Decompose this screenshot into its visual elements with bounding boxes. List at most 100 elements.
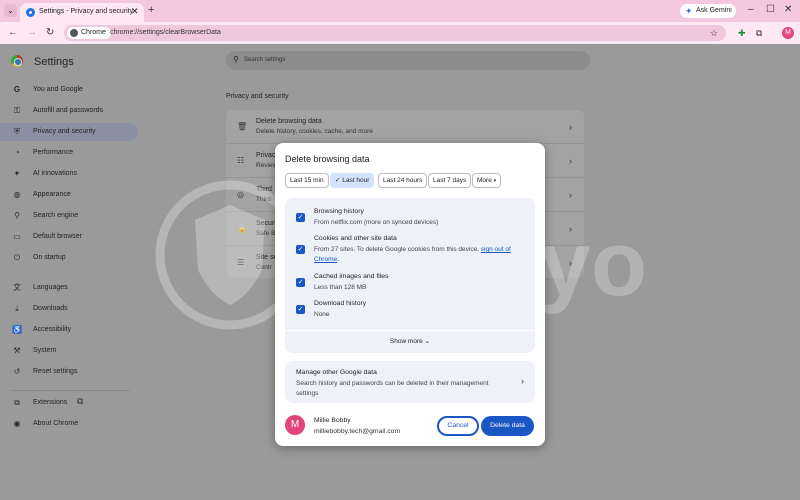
sidebar-item-label: Autofill and passwords: [33, 107, 104, 114]
trash-icon: 🗑: [237, 122, 248, 131]
tab-strip: ⌄ Settings - Privacy and security ✕ + ✦ …: [0, 0, 800, 22]
cancel-button[interactable]: Cancel: [437, 416, 479, 436]
manage-title: Manage other Google data: [296, 369, 377, 376]
maximize-icon[interactable]: ☐: [766, 3, 775, 17]
sidebar-item-label: Extensions: [33, 399, 68, 406]
option-desc-text: From 27 sites. To delete Google cookies …: [314, 246, 481, 253]
range-last-15-min[interactable]: Last 15 min: [285, 173, 329, 188]
sparkle-icon: ✦: [13, 169, 21, 178]
option-title: Browsing history: [314, 208, 364, 215]
checkbox-checked-icon[interactable]: ✓: [296, 213, 305, 222]
wrench-icon: ⚒: [13, 346, 21, 355]
extensions-puzzle-icon[interactable]: ⧉: [756, 26, 762, 40]
chrome-chip[interactable]: Chrome: [67, 27, 111, 39]
dialog-title: Delete browsing data: [285, 154, 370, 164]
sidebar-item-privacy[interactable]: ⛨ Privacy and security: [0, 123, 138, 141]
range-more-dropdown[interactable]: More ▾: [472, 173, 502, 188]
sidebar-item-label: Downloads: [33, 305, 68, 312]
sidebar-item-accessibility[interactable]: ♿ Accessibility: [0, 321, 138, 339]
manage-desc: Search history and passwords can be dele…: [296, 380, 489, 397]
chevron-right-icon: ›: [569, 122, 572, 132]
ask-gemini-button[interactable]: ✦ Ask Gemini: [680, 4, 736, 18]
browser-toolbar: ← → ↻ Chrome chrome://settings/clearBrow…: [0, 22, 800, 44]
back-icon[interactable]: ←: [8, 26, 18, 40]
sidebar-item-ai-innovations[interactable]: ✦ AI innovations: [0, 165, 138, 183]
delete-browsing-data-dialog: Delete browsing data Last 15 min ✓ Last …: [275, 143, 545, 446]
bookmark-star-icon[interactable]: ☆: [710, 26, 718, 40]
chevron-right-icon: ›: [521, 376, 524, 386]
tune-icon: ☰: [237, 258, 245, 267]
close-tab-icon[interactable]: ✕: [131, 6, 139, 17]
extension-plus-icon[interactable]: ✚: [738, 26, 746, 40]
checkbox-checked-icon[interactable]: ✓: [296, 305, 305, 314]
range-label: More: [477, 177, 492, 184]
sidebar-item-label: You and Google: [33, 86, 83, 93]
chevron-right-icon: ›: [569, 258, 572, 268]
key-icon: ⚿: [13, 106, 21, 115]
sidebar-item-on-startup[interactable]: ⏻ On startup: [0, 249, 138, 267]
account-avatar: M: [285, 415, 305, 435]
cookie-icon: ◎: [237, 190, 244, 199]
card-desc: Safe B: [256, 230, 276, 237]
ask-gemini-label: Ask Gemini: [696, 7, 732, 14]
minimize-icon[interactable]: –: [748, 3, 754, 17]
card-row-delete-data[interactable]: 🗑 Delete browsing data Delete history, c…: [226, 110, 584, 144]
manage-google-data-row[interactable]: Manage other Google data Search history …: [285, 361, 535, 403]
translate-icon: 文: [13, 283, 21, 292]
tab-settings[interactable]: Settings - Privacy and security ✕: [20, 3, 144, 22]
sidebar-item-label: System: [33, 347, 57, 354]
checkbox-checked-icon[interactable]: ✓: [296, 245, 305, 254]
range-last-24-hours[interactable]: Last 24 hours: [378, 173, 428, 188]
sidebar-item-performance[interactable]: ◔ Performance: [0, 144, 138, 162]
google-icon: G: [13, 85, 21, 94]
close-window-icon[interactable]: ✕: [784, 3, 792, 17]
sidebar-item-about[interactable]: ◉ About Chrome: [0, 415, 138, 433]
forward-icon[interactable]: →: [27, 26, 37, 40]
sliders-icon: ☷: [237, 156, 245, 165]
sidebar-item-autofill[interactable]: ⚿ Autofill and passwords: [0, 102, 138, 120]
sidebar-item-appearance[interactable]: ◍ Appearance: [0, 186, 138, 204]
sidebar-item-system[interactable]: ⚒ System: [0, 342, 138, 360]
chevron-right-icon: ›: [569, 224, 572, 234]
option-desc: From 27 sites. To delete Google cookies …: [314, 245, 526, 265]
address-bar[interactable]: Chrome chrome://settings/clearBrowserDat…: [64, 25, 726, 41]
browser-icon: ▭: [13, 232, 21, 241]
card-title: Privac: [256, 152, 276, 159]
delete-data-button[interactable]: Delete data: [481, 416, 534, 436]
tab-search-icon[interactable]: ⌄: [4, 4, 17, 17]
puzzle-icon: ⧉: [14, 398, 20, 407]
palette-icon: ◍: [13, 190, 21, 199]
sidebar-item-label: Accessibility: [33, 326, 72, 333]
new-tab-icon[interactable]: +: [148, 4, 154, 16]
sidebar-item-you-and-google[interactable]: G You and Google: [0, 81, 138, 99]
option-desc: From netflix.com (more on synced devices…: [314, 219, 439, 226]
search-icon: ⚲: [233, 55, 239, 64]
search-placeholder: Search settings: [244, 57, 286, 63]
sidebar-item-languages[interactable]: 文 Languages: [0, 279, 138, 297]
chrome-logo-icon: [11, 55, 23, 67]
reload-icon[interactable]: ↻: [46, 26, 54, 40]
sidebar-item-label: About Chrome: [33, 420, 79, 427]
profile-avatar[interactable]: M: [782, 27, 794, 39]
chrome-icon: [70, 29, 78, 37]
settings-search-input[interactable]: ⚲ Search settings: [226, 51, 590, 70]
data-options-panel: ✓ Browsing history From netflix.com (mor…: [285, 198, 535, 330]
chevron-right-icon: ›: [569, 190, 572, 200]
sidebar-item-search-engine[interactable]: ⚲ Search engine: [0, 207, 138, 225]
sidebar-item-extensions[interactable]: ⧉ Extensions: [0, 394, 138, 412]
checkbox-checked-icon[interactable]: ✓: [296, 278, 305, 287]
chrome-icon: ◉: [13, 419, 21, 428]
range-last-7-days[interactable]: Last 7 days: [428, 173, 472, 188]
option-title: Download history: [314, 300, 367, 307]
range-last-hour[interactable]: ✓ Last hour: [330, 173, 375, 188]
download-icon: ⤓: [15, 304, 19, 313]
option-desc-end: .: [337, 256, 339, 263]
sidebar-item-downloads[interactable]: ⤓ Downloads: [0, 300, 138, 318]
sidebar-item-default-browser[interactable]: ▭ Default browser: [0, 228, 138, 246]
url-text[interactable]: chrome://settings/clearBrowserData: [110, 27, 221, 39]
range-label: Last hour: [342, 177, 370, 184]
sidebar-item-reset[interactable]: ↺ Reset settings: [0, 363, 138, 381]
sidebar-item-label: Appearance: [33, 191, 71, 198]
show-more-label: Show more: [389, 338, 423, 345]
show-more-button[interactable]: Show more ⌄: [285, 331, 535, 353]
